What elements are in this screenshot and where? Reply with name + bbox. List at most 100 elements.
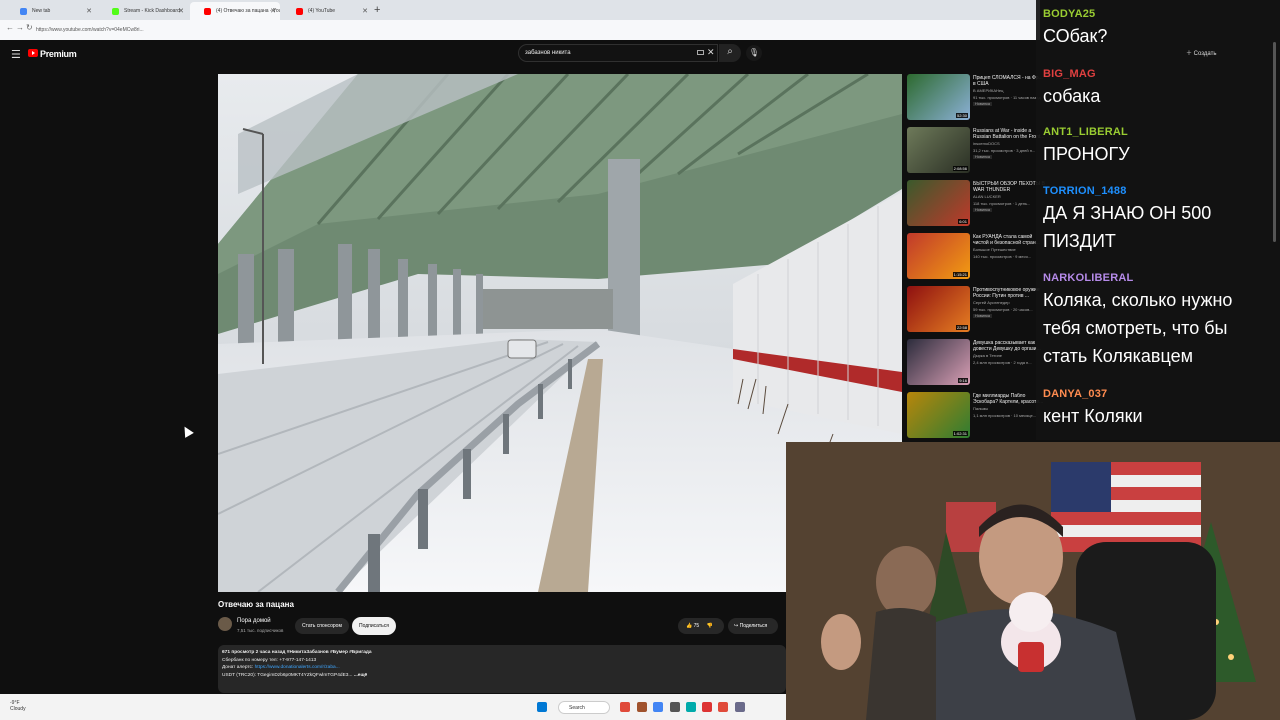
video-duration: 1:02:31 (952, 431, 968, 436)
related-video-title[interactable]: Где миллиарды Пабло Эскобара? Картели, к… (973, 393, 1045, 405)
scrollbar[interactable] (1273, 42, 1276, 242)
channel-avatar[interactable] (218, 617, 232, 631)
related-video-title[interactable]: Девушка рассказывает как довести Девушку… (973, 340, 1045, 352)
video-duration: 52:30 (955, 113, 968, 118)
related-video-item[interactable]: 9:16 Девушка рассказывает как довести Дев… (907, 339, 1043, 389)
search-button[interactable]: ⌕ (719, 44, 741, 62)
related-video-channel[interactable]: ALAN LUCKER (973, 194, 1001, 199)
weather-desc: Cloudy (10, 706, 26, 712)
channel-name[interactable]: Пора домой (237, 618, 271, 624)
browser-tab[interactable]: Stream - Kick Dashboard ✕ (98, 2, 188, 20)
share-button[interactable]: ↪ Поделиться (728, 618, 778, 634)
new-badge: Новинка (973, 208, 992, 212)
taskbar-search[interactable]: Search (558, 701, 610, 714)
favicon-icon (112, 8, 119, 15)
related-video-item[interactable]: 22:58 Противоспутниковое оружие России: П… (907, 286, 1043, 336)
back-icon[interactable]: ← (6, 23, 14, 32)
related-video-item[interactable]: 2:08:56 Russians at War - inside a Russia… (907, 127, 1045, 177)
chat-text: ДА Я ЗНАЮ ОН 500 ПИЗДИТ (1043, 203, 1212, 251)
close-tab-icon[interactable]: ✕ (178, 7, 184, 15)
related-video-views: 2,4 млн просмотров · 2 года н... (973, 360, 1032, 365)
video-thumbnail[interactable]: 9:16 (907, 339, 970, 385)
menu-icon[interactable]: ☰ (11, 48, 21, 61)
favicon-icon (20, 8, 27, 15)
browser-tab[interactable]: (4) YouTube ✕ (282, 2, 372, 20)
browser-icon[interactable] (718, 702, 728, 712)
subscriber-count: 7,51 тыс. подписчиков (237, 628, 284, 633)
share-label: Поделиться (739, 623, 768, 629)
related-video-views: 140 тыс. просмотров · 9 меся... (973, 254, 1031, 259)
donation-link[interactable]: https://www.donationalerts.com/r/zaba... (255, 665, 340, 670)
related-video-item[interactable]: 1:02:31 Где миллиарды Пабло Эскобара? Кар… (907, 392, 1043, 442)
youtube-logo-icon[interactable] (28, 49, 38, 57)
video-duration: 1:15:21 (952, 272, 968, 277)
weather-widget[interactable]: -9°F Cloudy (10, 700, 26, 712)
close-tab-icon[interactable]: ✕ (86, 7, 92, 15)
browser-tab[interactable]: (4) Отвечаю за пацана - YouTube✕ (190, 2, 280, 20)
app-icon[interactable] (620, 702, 630, 712)
search-input[interactable]: забазнов никита (518, 44, 718, 62)
join-button[interactable]: Стать спонсором (295, 618, 349, 634)
chrome-icon[interactable] (653, 702, 663, 712)
chat-username[interactable]: DANYA_037 (1043, 388, 1273, 400)
related-video-title[interactable]: Прицеп СЛОМАЛСЯ - на Фр... в США (973, 75, 1045, 87)
app-icon[interactable] (670, 702, 680, 712)
share-icon: ↪ (734, 623, 739, 629)
related-video-item[interactable]: 1:15:21 Как РУАНДА стала самой чистой и б… (907, 233, 1043, 283)
chat-message: BODYA25 СОбак? (1043, 8, 1273, 50)
forward-icon[interactable]: → (16, 23, 24, 32)
folder-icon[interactable] (637, 702, 647, 712)
video-thumbnail[interactable]: 1:02:31 (907, 392, 970, 438)
settings-icon[interactable] (735, 702, 745, 712)
tab-label: New tab (32, 8, 51, 14)
favicon-icon (204, 8, 211, 15)
related-video-title[interactable]: Как РУАНДА стала самой чистой и безопасн… (973, 234, 1045, 246)
video-thumbnail[interactable]: 1:15:21 (907, 233, 970, 279)
reload-icon[interactable]: ↻ (26, 23, 33, 32)
new-tab-button[interactable]: + (374, 4, 380, 16)
related-video-channel[interactable]: insoemoDOCS (973, 141, 1000, 146)
voice-search-icon[interactable]: 🎙 (746, 45, 762, 61)
chat-text: ПРОНОГУ (1043, 144, 1130, 164)
url-field[interactable]: https://www.youtube.com/watch?v=04eMCw8r… (36, 24, 736, 36)
chat-username[interactable]: ANT1_LIBERAL (1043, 126, 1273, 138)
browser-tab[interactable]: New tab ✕ (6, 2, 96, 20)
related-video-channel[interactable]: Сергей Аусленедер (973, 300, 1010, 305)
start-icon[interactable] (537, 702, 547, 712)
chat-username[interactable]: TORRION_1488 (1043, 185, 1273, 197)
description-meta: 671 просмотр 2 часа назад #НикитаЗабазно… (222, 650, 372, 655)
app-icon[interactable] (702, 702, 712, 712)
related-video-channel[interactable]: В АМЕРИКАНец (973, 88, 1003, 93)
subscribe-button[interactable]: Подписаться (352, 617, 396, 635)
related-video-title[interactable]: Противоспутниковое оружие России: Путин … (973, 287, 1045, 299)
show-more-link[interactable]: ...ещё (354, 673, 367, 678)
like-button[interactable]: 👍 75 👎 (678, 618, 724, 634)
close-tab-icon[interactable]: ✕ (270, 7, 276, 15)
related-video-channel[interactable]: Пальмы (973, 406, 988, 411)
chat-username[interactable]: NARKOLIBERAL (1043, 272, 1273, 284)
video-thumbnail[interactable]: 52:30 (907, 74, 970, 120)
clear-search-icon[interactable]: ✕ (707, 47, 715, 58)
related-video-title[interactable]: БЫСТРЫЙ ОБЗОР ПЕХОТЫ В WAR THUNDER (973, 181, 1045, 193)
video-thumbnail[interactable]: 2:08:56 (907, 127, 970, 173)
related-video-title[interactable]: Russians at War - inside a Russian Batta… (973, 128, 1045, 140)
logo-text[interactable]: Premium (40, 49, 77, 59)
chat-message: TORRION_1488 ДА Я ЗНАЮ ОН 500 ПИЗДИТ (1043, 185, 1273, 255)
thumbs-down-icon[interactable]: 👎 (707, 623, 713, 629)
new-badge: Новинка (973, 102, 992, 106)
video-thumbnail[interactable]: 6:01 (907, 180, 970, 226)
related-video-views: 91 тыс. просмотров · 11 часов назад (973, 95, 1041, 100)
related-video-channel[interactable]: Дырка в Тетине (973, 353, 1002, 358)
video-thumbnail[interactable]: 22:58 (907, 286, 970, 332)
related-video-channel[interactable]: Большое Путешествие (973, 247, 1016, 252)
close-tab-icon[interactable]: ✕ (362, 7, 368, 15)
related-video-item[interactable]: 6:01 БЫСТРЫЙ ОБЗОР ПЕХОТЫ В WAR THUNDER AL… (907, 180, 1045, 230)
related-video-views: 118 тыс. просмотров · 1 день... (973, 201, 1031, 206)
keyboard-icon[interactable] (697, 50, 704, 55)
video-description[interactable]: 671 просмотр 2 часа назад #НикитаЗабазно… (218, 645, 786, 693)
chat-text: кент Коляки (1043, 406, 1143, 426)
app-icon[interactable] (686, 702, 696, 712)
related-video-item[interactable]: 52:30 Прицеп СЛОМАЛСЯ - на Фр... в США В А… (907, 74, 1043, 124)
chat-username[interactable]: BODYA25 (1043, 8, 1273, 20)
chat-username[interactable]: BIG_MAG (1043, 68, 1273, 80)
